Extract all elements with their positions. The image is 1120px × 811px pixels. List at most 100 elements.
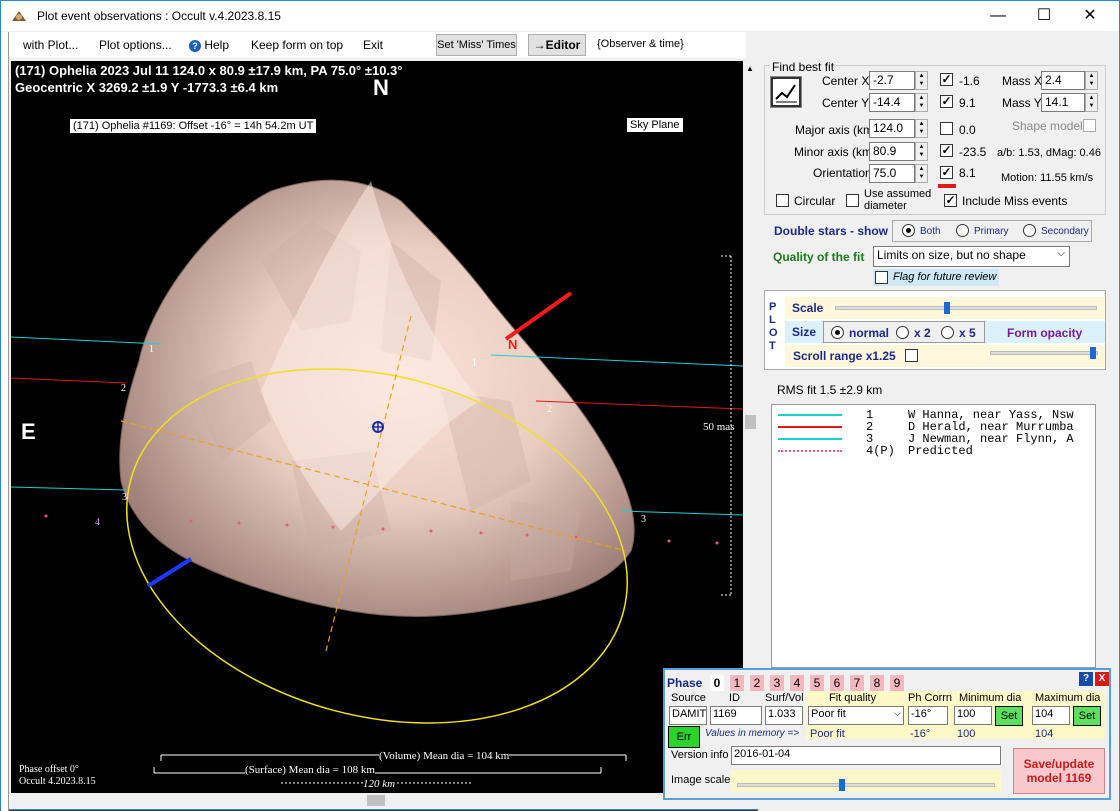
mass-x-spinner[interactable]: ▲ ▼ [1085, 71, 1098, 90]
ph-corrn-field[interactable]: -16° [908, 706, 948, 725]
phase-button-0[interactable]: 0 [710, 675, 724, 691]
plot-controls-panel: P L O T Scale Size normal x 2 x 5 Form o… [764, 290, 1106, 370]
set-miss-times-button[interactable]: Set 'Miss' Times [436, 34, 517, 56]
minor-axis-spinner[interactable]: ▲ ▼ [915, 142, 928, 161]
orientation-spinner[interactable]: ▲ ▼ [915, 164, 928, 183]
north-label: N [373, 75, 389, 100]
opacity-slider[interactable] [990, 347, 1098, 359]
primary-radio[interactable] [956, 224, 969, 237]
chord-label: 1 [149, 344, 154, 355]
circular-label: Circular [794, 194, 836, 208]
find-best-fit-title: Find best fit [770, 60, 837, 74]
help-button[interactable]: ? [1079, 672, 1093, 686]
image-scale-slider[interactable] [737, 779, 995, 791]
chord-3 [11, 486, 127, 491]
major-axis-spinner[interactable]: ▲ ▼ [915, 119, 928, 138]
max-dia-header: Maximum dia [1035, 692, 1101, 704]
quality-dropdown[interactable]: Limits on size, but no shape ⌵ [873, 246, 1070, 267]
phase-button-6[interactable]: 6 [830, 675, 844, 691]
close-button[interactable]: ✕ [1067, 1, 1113, 31]
phase-close-button[interactable]: X [1095, 672, 1109, 686]
center-x-chk-value: -1.6 [959, 74, 980, 88]
major-axis-input[interactable]: 124.0 [869, 119, 915, 138]
maximize-button[interactable]: ☐ [1021, 1, 1067, 31]
size-normal-radio[interactable] [831, 326, 844, 339]
save-update-button[interactable]: Save/update model 1169 [1013, 748, 1105, 794]
center-y-input[interactable]: -14.4 [869, 93, 915, 112]
scroll-up-icon[interactable]: ▲ [746, 64, 754, 73]
chord-label: 2 [121, 383, 126, 394]
menu-with-plot[interactable]: with Plot... [23, 38, 78, 52]
editor-button[interactable]: →Editor [528, 34, 586, 56]
best-fit-button[interactable] [770, 76, 802, 108]
center-y-checkbox[interactable]: ✓ [940, 95, 953, 108]
horizontal-scroll-thumb[interactable] [367, 795, 385, 806]
center-x-input[interactable]: -2.7 [869, 71, 915, 90]
mass-y-input[interactable]: 14.1 [1041, 93, 1085, 112]
version-info-field[interactable]: 2016-01-04 [731, 746, 1001, 765]
center-y-spinner[interactable]: ▲ ▼ [915, 93, 928, 112]
phase-button-8[interactable]: 8 [870, 675, 884, 691]
secondary-radio[interactable] [1023, 224, 1036, 237]
include-miss-checkbox[interactable]: ✓ [944, 194, 957, 207]
menu-help[interactable]: ? Help [189, 38, 229, 52]
err-button[interactable]: Err [668, 726, 700, 748]
min-dia-field[interactable]: 100 [954, 706, 992, 725]
scale-slider-thumb[interactable] [943, 302, 950, 314]
mass-y-spinner[interactable]: ▲ ▼ [1085, 93, 1098, 112]
plot-horizontal-scrollbar[interactable] [11, 793, 743, 808]
menu-plot-options[interactable]: Plot options... [99, 38, 172, 52]
id-field[interactable]: 1169 [710, 706, 762, 725]
orientation-checkbox[interactable]: ✓ [940, 166, 953, 179]
minor-axis-checkbox[interactable]: ✓ [940, 144, 953, 157]
legend-observer: Predicted [908, 444, 973, 458]
menu-keep-on-top[interactable]: Keep form on top [251, 38, 343, 52]
max-dia-set-button[interactable]: Set [1073, 706, 1101, 726]
source-field[interactable]: DAMIT [669, 706, 707, 725]
major-axis-checkbox[interactable] [940, 122, 953, 135]
max-dia-field[interactable]: 104 [1032, 706, 1070, 725]
scroll-range-checkbox[interactable] [905, 349, 918, 362]
min-dia-set-button[interactable]: Set [995, 706, 1023, 726]
center-x-checkbox[interactable]: ✓ [940, 73, 953, 86]
size-x5-radio[interactable] [941, 326, 954, 339]
circular-checkbox[interactable] [776, 194, 789, 207]
chord-label: 3 [641, 514, 646, 525]
shape-model-label: Shape model [1012, 119, 1083, 133]
plot-area[interactable]: (171) Ophelia 2023 Jul 11 124.0 x 80.9 ±… [11, 61, 743, 793]
use-assumed-checkbox[interactable] [846, 194, 859, 207]
minor-axis-input[interactable]: 80.9 [869, 142, 915, 161]
scale-slider[interactable] [835, 302, 1097, 314]
center-x-spinner[interactable]: ▲ ▼ [915, 71, 928, 90]
menu-observer-time[interactable]: {Observer & time} [597, 38, 684, 50]
phase-button-4[interactable]: 4 [790, 675, 804, 691]
observer-legend: 1W Hanna, near Yass, Nsw 2 D Herald, near … [771, 404, 1096, 668]
double-stars-label: Double stars - show [774, 224, 889, 238]
both-label: Both [920, 226, 941, 237]
phase-button-7[interactable]: 7 [850, 675, 864, 691]
phase-button-2[interactable]: 2 [750, 675, 764, 691]
opacity-slider-thumb[interactable] [1089, 347, 1096, 359]
phase-button-5[interactable]: 5 [810, 675, 824, 691]
shape-model-checkbox[interactable] [1083, 119, 1096, 132]
id-header: ID [729, 692, 740, 704]
menu-exit[interactable]: Exit [363, 38, 383, 52]
secondary-label: Secondary [1041, 226, 1089, 237]
phase-button-9[interactable]: 9 [890, 675, 904, 691]
menu-help-label: Help [204, 38, 230, 52]
minimize-button[interactable]: — [975, 1, 1021, 31]
mass-x-input[interactable]: 2.4 [1041, 71, 1085, 90]
both-radio[interactable] [902, 224, 915, 237]
flag-review-checkbox[interactable] [875, 271, 888, 284]
size-x2-radio[interactable] [896, 326, 909, 339]
vertical-scroll-thumb[interactable] [745, 415, 756, 429]
use-assumed-label: Use assumed diameter [864, 188, 932, 212]
phase-button-3[interactable]: 3 [770, 675, 784, 691]
image-scale-slider-thumb[interactable] [838, 779, 845, 791]
pole-north-label: N [508, 337, 518, 352]
surf-vol-field[interactable]: 1.033 [765, 706, 803, 725]
chevron-down-icon: ⌵ [1057, 248, 1065, 259]
orientation-input[interactable]: 75.0 [869, 164, 915, 183]
fit-quality-dropdown[interactable]: Poor fit ⌵ [808, 706, 904, 725]
phase-button-1[interactable]: 1 [730, 675, 744, 691]
